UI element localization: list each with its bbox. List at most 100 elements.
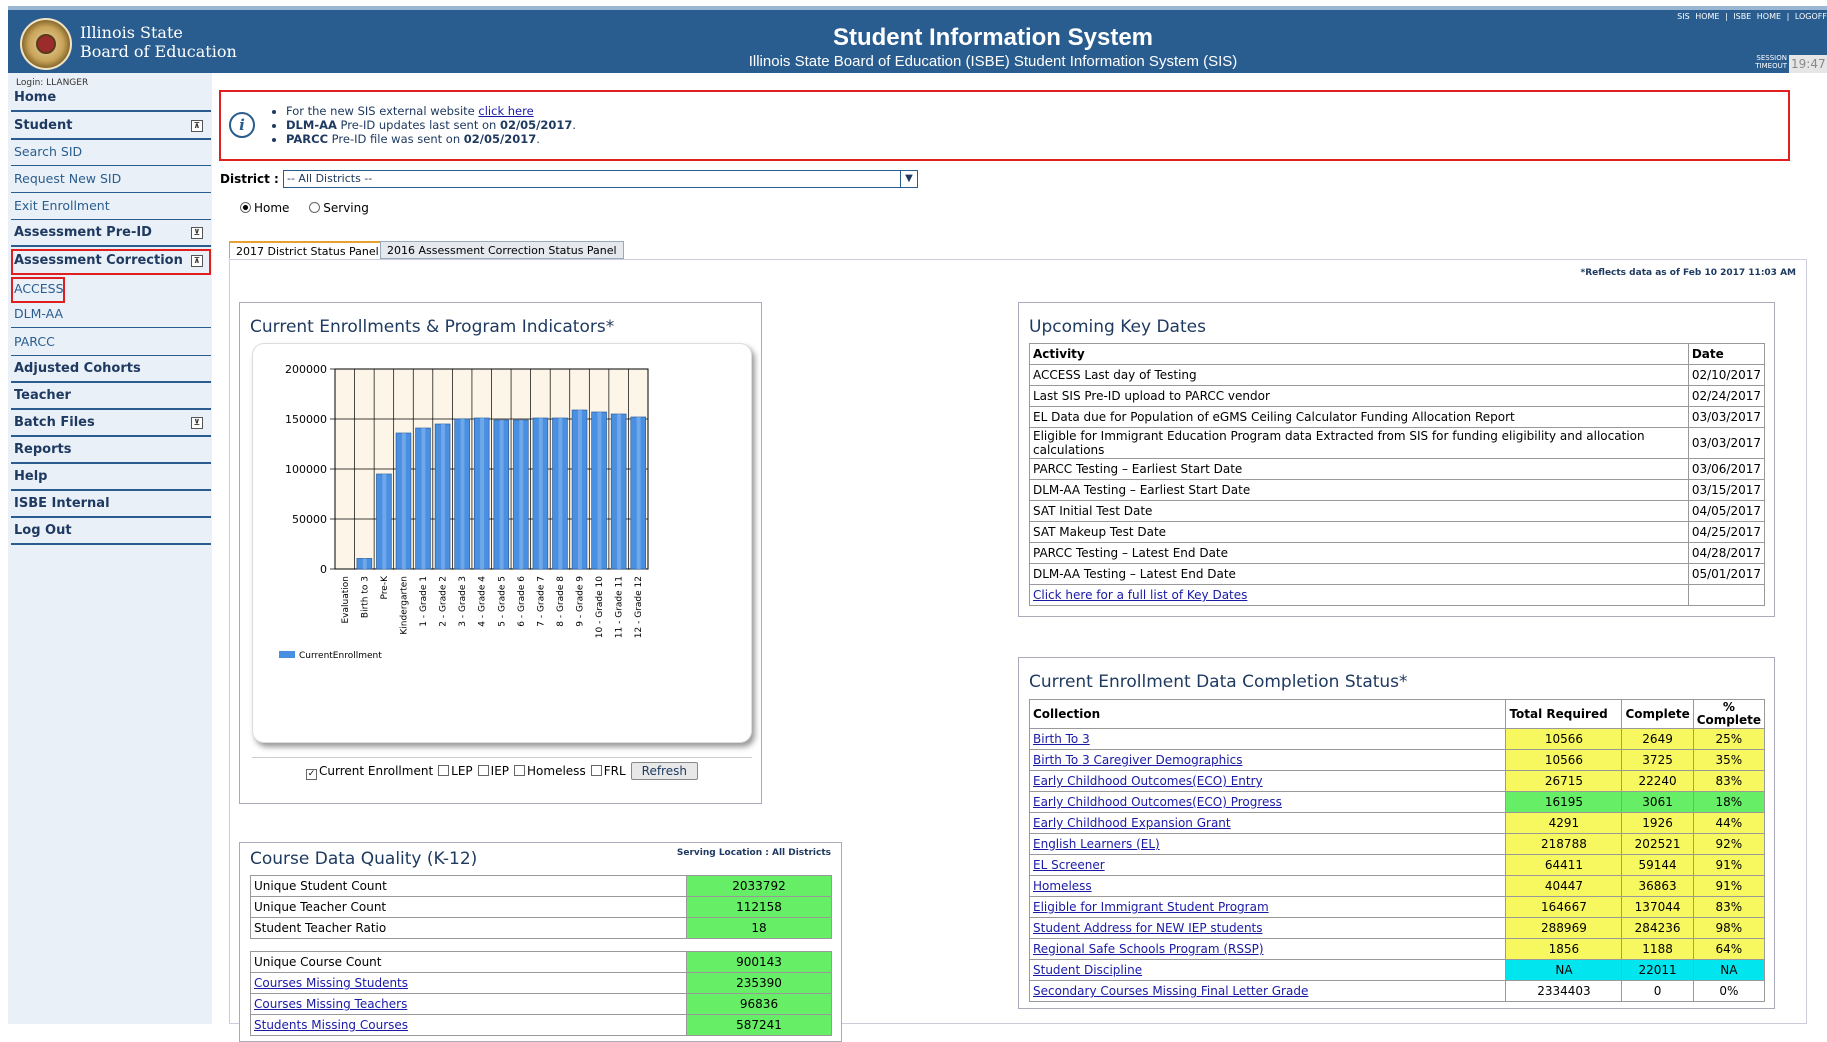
complete-cell: 1926: [1621, 812, 1694, 834]
sidebar-item-adjusted-cohorts[interactable]: Adjusted Cohorts: [11, 357, 211, 383]
district-label: District :: [220, 172, 279, 186]
checkbox-current-enrollment[interactable]: ✓ Current Enrollment: [306, 764, 433, 780]
expand-toggle-icon[interactable]: ⊻: [191, 227, 203, 239]
checkbox-frl[interactable]: FRL: [590, 764, 626, 778]
table-row: Secondary Courses Missing Final Letter G…: [1028, 980, 1766, 1002]
date-cell: 04/25/2017: [1687, 521, 1766, 543]
table-row: Student Discipline NA 22011 NA: [1028, 959, 1766, 981]
row-label[interactable]: Courses Missing Students: [250, 972, 687, 994]
table-row: Courses Missing Students 235390: [250, 972, 832, 994]
sidebar-item-reports[interactable]: Reports: [11, 438, 211, 464]
status-panel: *Reflects data as of Feb 10 2017 11:03 A…: [229, 259, 1807, 1042]
activity-cell: DLM-AA Testing – Latest End Date: [1029, 563, 1689, 585]
table-row: Early Childhood Expansion Grant 4291 1926 4…: [1028, 812, 1766, 834]
district-select[interactable]: -- All Districts -- ▼: [283, 170, 918, 188]
sidebar-item-exit-enrollment[interactable]: Exit Enrollment: [11, 194, 211, 220]
sidebar-item-search-sid[interactable]: Search SID: [11, 140, 211, 166]
bar-highlight: [499, 420, 504, 569]
row-value: 96836: [686, 993, 832, 1015]
pct-cell: 91%: [1692, 854, 1766, 876]
collection-cell[interactable]: Regional Safe Schools Program (RSSP): [1028, 938, 1507, 960]
sidebar-item-request-new-sid[interactable]: Request New SID: [11, 167, 211, 193]
date-cell: 05/01/2017: [1687, 563, 1766, 585]
table-row: Unique Student Count 2033792: [250, 875, 832, 897]
sidebar-item-student[interactable]: Student ⊼: [11, 114, 211, 140]
bar-highlight: [480, 418, 485, 569]
collection-cell[interactable]: English Learners (EL): [1028, 833, 1507, 855]
sidebar-item-dlm-aa[interactable]: DLM-AA: [11, 302, 211, 328]
expand-toggle-icon[interactable]: ⊼: [191, 255, 203, 267]
activity-cell: PARCC Testing – Latest End Date: [1029, 542, 1689, 564]
sidebar-item-parcc[interactable]: PARCC: [11, 330, 211, 356]
y-tick-label: 0: [320, 563, 327, 576]
collection-cell[interactable]: Early Childhood Outcomes(ECO) Entry: [1028, 770, 1507, 792]
bar-highlight: [577, 410, 582, 569]
sidebar-item-home[interactable]: Home: [11, 86, 211, 112]
total-cell: 218788: [1505, 833, 1623, 855]
row-label[interactable]: Courses Missing Teachers: [250, 993, 687, 1015]
row-value: 18: [686, 917, 832, 939]
full-key-dates-link[interactable]: Click here for a full list of Key Dates: [1033, 588, 1247, 602]
sidebar-item-log-out[interactable]: Log Out: [11, 519, 211, 545]
collection-cell[interactable]: Birth To 3: [1028, 728, 1507, 750]
sidebar-item-teacher[interactable]: Teacher: [11, 384, 211, 410]
total-cell: 16195: [1505, 791, 1623, 813]
expand-toggle-icon[interactable]: ⊼: [191, 120, 203, 132]
activity-cell: SAT Makeup Test Date: [1029, 521, 1689, 543]
radio-home[interactable]: Home: [240, 201, 297, 215]
total-cell: 4291: [1505, 812, 1623, 834]
chart-controls: ✓ Current Enrollment LEP IEP Homeless FRL Refr…: [252, 757, 752, 783]
date-cell: 04/05/2017: [1687, 500, 1766, 522]
row-value: 112158: [686, 896, 832, 918]
sidebar-item-assessment-pre-id[interactable]: Assessment Pre-ID ⊻: [11, 221, 211, 247]
checkbox-iep[interactable]: IEP: [477, 764, 509, 778]
collection-cell[interactable]: Eligible for Immigrant Student Program: [1028, 896, 1507, 918]
col-total: Total Required: [1505, 699, 1623, 729]
chevron-down-icon[interactable]: ▼: [900, 171, 917, 187]
table-row: EL Screener 64411 59144 91%: [1028, 854, 1766, 876]
key-dates-panel: Upcoming Key Dates Activity Date ACCESS La…: [1018, 302, 1775, 617]
tab-2017-district-status[interactable]: 2017 District Status Panel: [229, 241, 386, 259]
collection-cell[interactable]: Birth To 3 Caregiver Demographics: [1028, 749, 1507, 771]
sidebar-item-batch-files[interactable]: Batch Files ⊻: [11, 411, 211, 437]
collection-cell[interactable]: Homeless: [1028, 875, 1507, 897]
collection-cell[interactable]: Early Childhood Outcomes(ECO) Progress: [1028, 791, 1507, 813]
legend-label: CurrentEnrollment: [299, 651, 382, 661]
complete-cell: 22240: [1621, 770, 1694, 792]
total-cell: 10566: [1505, 749, 1623, 771]
sidebar-item-isbe-internal[interactable]: ISBE Internal: [11, 492, 211, 518]
sidebar-item-help[interactable]: Help: [11, 465, 211, 491]
row-value: 587241: [686, 1014, 832, 1036]
bar-highlight: [460, 419, 465, 569]
key-dates-title: Upcoming Key Dates: [1029, 317, 1206, 337]
refresh-button[interactable]: Refresh: [630, 762, 698, 780]
table-row: Early Childhood Outcomes(ECO) Entry 26715…: [1028, 770, 1766, 792]
new-sis-link[interactable]: click here: [478, 104, 533, 118]
table-row: Students Missing Courses 587241: [250, 1014, 832, 1036]
activity-cell: ACCESS Last day of Testing: [1029, 364, 1689, 386]
expand-toggle-icon[interactable]: ⊻: [191, 417, 203, 429]
sidebar-item-assessment-correction[interactable]: Assessment Correction ⊼: [11, 249, 211, 275]
row-label[interactable]: Students Missing Courses: [250, 1014, 687, 1036]
checkbox-lep[interactable]: LEP: [438, 764, 473, 778]
checkbox-homeless[interactable]: Homeless: [514, 764, 586, 778]
collection-cell[interactable]: EL Screener: [1028, 854, 1507, 876]
x-tick-label: 6 - Grade 6: [517, 576, 527, 627]
serving-location-label: Serving Location : All Districts: [676, 848, 831, 858]
activity-cell: DLM-AA Testing – Earliest Start Date: [1029, 479, 1689, 501]
table-row: Courses Missing Teachers 96836: [250, 993, 832, 1015]
top-links[interactable]: SIS HOME | ISBE HOME | LOGOFF: [1677, 12, 1827, 21]
sidebar-item-access[interactable]: ACCESS: [11, 277, 65, 303]
pct-cell: 83%: [1692, 896, 1766, 918]
tab-2016-assessment-correction[interactable]: 2016 Assessment Correction Status Panel: [380, 241, 624, 259]
total-cell: 1856: [1505, 938, 1623, 960]
collection-cell[interactable]: Student Address for NEW IEP students: [1028, 917, 1507, 939]
collection-cell[interactable]: Secondary Courses Missing Final Letter G…: [1028, 980, 1507, 1002]
bar-highlight: [362, 558, 367, 569]
x-tick-label: 9 - Grade 9: [576, 576, 586, 627]
collection-cell[interactable]: Student Discipline: [1028, 959, 1507, 981]
radio-serving[interactable]: Serving: [309, 201, 377, 215]
date-cell: 02/10/2017: [1687, 364, 1766, 386]
collection-cell[interactable]: Early Childhood Expansion Grant: [1028, 812, 1507, 834]
total-cell: NA: [1505, 959, 1623, 981]
